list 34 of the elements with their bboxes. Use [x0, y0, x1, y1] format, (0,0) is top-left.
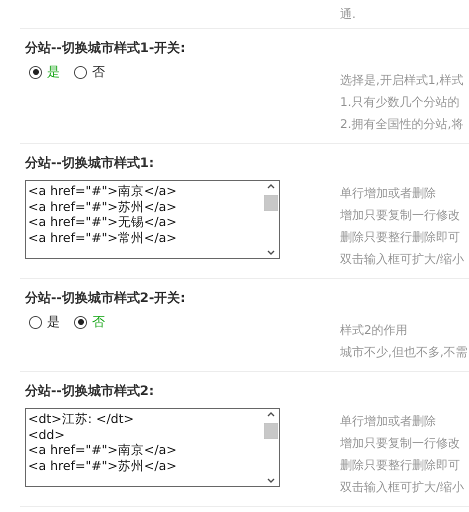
text-area-field[interactable]: <a href="#">南京</a> <a href="#">苏州</a> <a href="#">无锡</a> <a href="#">常州</a>	[25, 180, 280, 259]
caret-up-icon[interactable]	[267, 184, 275, 189]
help-text: 增加只要复制一行修改	[340, 207, 461, 224]
help-text: 双击输入框可扩大/缩小	[340, 251, 466, 268]
radio-label: 否	[92, 314, 105, 331]
text-area-field[interactable]: <dt>江苏: </dt> <dd> <a href="#">南京</a> <a href="#">苏州</a>	[25, 408, 280, 487]
radio-label: 否	[92, 64, 105, 81]
setting-title: 分站--切换城市样式2:	[25, 382, 156, 401]
help-text: 样式2的作用	[340, 322, 409, 339]
help-text: 通.	[340, 7, 356, 21]
caret-down-icon[interactable]	[267, 250, 275, 255]
radio-button[interactable]	[74, 316, 87, 328]
help-text: 删除只要整行删除即可	[340, 229, 461, 246]
help-text: 城市不少,但也不多,不需	[340, 344, 469, 361]
caret-down-icon[interactable]	[267, 478, 275, 483]
radio-label: 是	[47, 64, 60, 81]
help-text: 双击输入框可扩大/缩小	[340, 479, 466, 496]
help-text: 单行增加或者删除	[340, 413, 437, 430]
help-text: 1.只有少数几个分站的	[340, 94, 460, 111]
setting-title: 分站--切换城市样式1:	[25, 154, 156, 173]
help-text: 2.拥有全国性的分站,将	[340, 116, 464, 133]
help-text: 单行增加或者删除	[340, 185, 437, 202]
setting-title: 分站--切换城市样式2-开关:	[25, 290, 186, 308]
radio-button[interactable]	[29, 66, 42, 78]
radio-label: 是	[47, 314, 60, 331]
help-text: 选择是,开启样式1,样式	[340, 72, 464, 89]
help-text: 增加只要复制一行修改	[340, 435, 461, 452]
radio-button[interactable]	[29, 316, 42, 328]
scrollbar-thumb[interactable]	[264, 195, 278, 211]
setting-title: 分站--切换城市样式1-开关:	[25, 40, 186, 58]
help-text: 删除只要整行删除即可	[340, 457, 461, 474]
caret-up-icon[interactable]	[267, 412, 275, 417]
radio-button[interactable]	[74, 66, 87, 78]
scrollbar-thumb[interactable]	[264, 423, 278, 439]
